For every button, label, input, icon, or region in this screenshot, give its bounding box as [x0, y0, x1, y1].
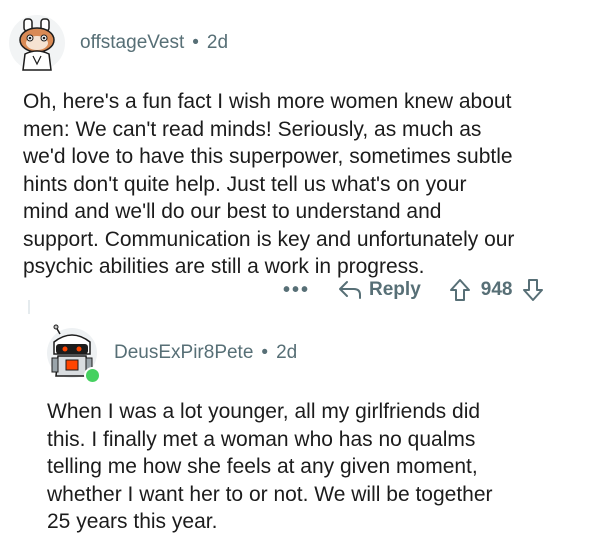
separator-dot: •: [261, 342, 269, 363]
username[interactable]: DeusExPir8Pete: [114, 342, 253, 364]
reply-button[interactable]: Reply: [338, 279, 421, 301]
vote-score: 948: [480, 279, 513, 300]
username[interactable]: offstageVest: [80, 32, 184, 54]
upvote-arrow-icon[interactable]: [449, 278, 471, 302]
snoo-avatar-icon: [9, 15, 65, 71]
downvote-arrow-icon[interactable]: [522, 278, 544, 302]
avatar[interactable]: [8, 14, 66, 72]
separator-dot: •: [192, 32, 199, 53]
timestamp: 2d: [206, 32, 229, 53]
comment-header: DeusExPir8Pete • 2d: [46, 324, 298, 384]
reply-label: Reply: [369, 279, 421, 300]
avatar[interactable]: [46, 324, 101, 384]
vote-controls: 948: [449, 278, 545, 302]
thread-line: [28, 300, 30, 314]
comment-actions: ••• Reply 948: [283, 278, 544, 302]
more-options-button[interactable]: •••: [283, 279, 310, 302]
comment-body: Oh, here's a fun fact I wish more women …: [23, 90, 515, 278]
online-status-dot: [84, 367, 101, 384]
timestamp: 2d: [276, 342, 298, 363]
comment-header: offstageVest • 2d: [8, 14, 228, 72]
reply-arrow-icon: [339, 281, 362, 299]
comment-body: When I was a lot younger, all my girlfri…: [47, 400, 493, 533]
